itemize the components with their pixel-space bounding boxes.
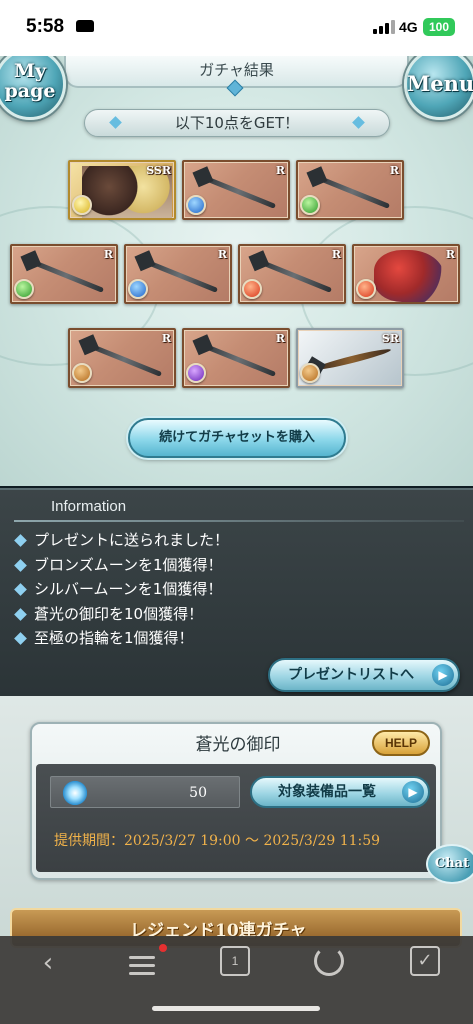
signal-icon [373,20,395,34]
earth-element-icon [72,363,92,383]
get-banner: 以下10点をGET！ [84,109,390,137]
arrow-right-icon: ▶ [402,781,424,803]
scythe-icon [141,258,219,293]
light-element-icon [72,195,92,215]
blue-seal-icon [61,779,89,807]
gacha-result-panel: ガチャ結果 My page Menu 以下10点をGET！ SSR R R R … [0,56,473,486]
diamond-bullet-icon [14,583,27,596]
target-equipment-label: 対象装備品一覧 [278,784,376,800]
information-list: プレゼントに送られました！ ブロンズムーンを1個獲得！ シルバームーンを1個獲得… [14,528,229,651]
result-item[interactable]: R [68,328,176,388]
home-indicator [152,1006,320,1011]
rarity-label: R [331,248,341,261]
tabs-icon[interactable]: 1 [220,946,250,976]
axe-icon [199,342,277,377]
reload-icon[interactable] [314,946,344,976]
result-item[interactable]: R [124,244,232,304]
seal-details: 50 対象装備品一覧 ▶ 提供期間：2025/3/27 19:00 〜 2025… [36,764,436,872]
dark-element-icon [186,363,206,383]
rarity-label: R [275,332,285,345]
information-panel: Information プレゼントに送られました！ ブロンズムーンを1個獲得！ … [0,488,473,696]
spear-icon [27,258,105,293]
rarity-label: R [389,164,399,177]
menu-button[interactable]: Menu [404,56,473,120]
information-line: 蒼光の御印を10個獲得！ [34,604,204,623]
result-item[interactable]: R [238,244,346,304]
diamond-bullet-icon [14,534,27,547]
chat-button[interactable]: Chat [426,844,473,884]
wind-element-icon [300,195,320,215]
rarity-label: R [275,164,285,177]
information-line: シルバームーンを1個獲得！ [34,580,223,598]
network-label: 4G [399,19,418,35]
seal-count: 50 [189,785,207,801]
information-line: プレゼントに送られました！ [34,531,230,549]
diamond-bullet-icon [14,632,27,645]
information-title: Information [51,498,127,515]
rarity-label: R [445,248,455,261]
continue-gacha-button[interactable]: 続けてガチャセットを購入 [128,418,346,458]
spear-icon [85,342,163,377]
summon-portrait [374,250,444,302]
list-item: 蒼光の御印を10個獲得！ [14,602,229,627]
back-icon[interactable]: ‹ [31,948,65,982]
arrow-right-icon: ▶ [432,664,454,686]
car-icon [76,20,94,32]
spear-icon [199,174,277,209]
result-item[interactable]: SR [296,328,404,388]
get-banner-text: 以下10点をGET！ [174,114,300,132]
offer-period: 提供期間：2025/3/27 19:00 〜 2025/3/29 11:59 [54,833,381,849]
notification-dot [159,944,167,952]
battery-indicator: 100 [423,18,455,36]
menu-icon[interactable] [124,948,158,982]
information-line: ブロンズムーンを1個獲得！ [34,555,223,574]
diamond-bullet-icon [14,607,27,621]
wind-element-icon [14,279,34,299]
status-time: 5:58 [26,16,65,37]
seal-count-box: 50 [50,776,240,808]
information-line: 至極の指輪を1個獲得！ [34,629,194,647]
rarity-label: R [161,332,171,345]
fire-element-icon [242,279,262,299]
result-item[interactable]: SSR [68,160,176,220]
checkbox-icon[interactable]: ✓ [410,946,440,976]
seal-panel: 蒼光の御印 HELP 50 対象装備品一覧 ▶ 提供期間：2025/3/27 1… [30,722,442,880]
gun-icon [313,174,391,209]
diamond-bullet-icon [14,558,27,572]
divider [14,520,464,522]
list-item: 至極の指輪を1個獲得！ [14,626,229,651]
result-item[interactable]: R [182,160,290,220]
status-bar: 5:58 4G 100 [0,0,473,56]
help-button[interactable]: HELP [372,730,430,756]
result-item[interactable]: R [296,160,404,220]
result-item[interactable]: R [352,244,460,304]
page-title: ガチャ結果 [199,61,274,79]
list-item: シルバームーンを1個獲得！ [14,577,229,602]
target-equipment-button[interactable]: 対象装備品一覧 ▶ [250,776,430,808]
present-list-label: プレゼントリストへ [288,667,414,683]
gun-icon [255,258,333,293]
water-element-icon [128,279,148,299]
result-item[interactable]: R [182,328,290,388]
rarity-label: SR [381,332,399,345]
tab-count: 1 [231,954,239,968]
fire-element-icon [356,279,376,299]
continue-gacha-label: 続けてガチャセットを購入 [159,430,315,445]
earth-element-icon [300,363,320,383]
present-list-button[interactable]: プレゼントリストへ ▶ [268,658,460,692]
rarity-label: R [103,248,113,261]
water-element-icon [186,195,206,215]
rarity-label: SSR [146,164,171,177]
list-item: ブロンズムーンを1個獲得！ [14,553,229,578]
bow-icon [312,346,392,373]
result-item[interactable]: R [10,244,118,304]
gem-icon [352,116,365,129]
gem-icon [109,116,122,129]
rarity-label: R [217,248,227,261]
list-item: プレゼントに送られました！ [14,528,229,553]
mypage-button[interactable]: My page [0,56,66,120]
